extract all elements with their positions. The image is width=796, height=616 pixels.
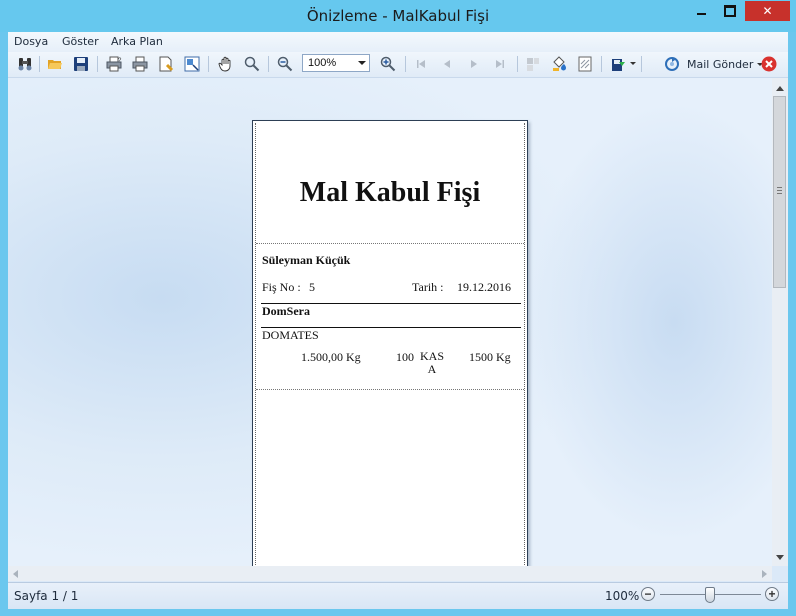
page-setup-button[interactable] — [157, 55, 175, 73]
next-page-button[interactable] — [465, 55, 483, 73]
print-icon — [132, 56, 148, 72]
document-title: Mal Kabul Fişi — [299, 177, 481, 208]
maximize-icon — [724, 5, 736, 17]
scroll-up-icon[interactable] — [776, 86, 784, 91]
scroll-right-icon[interactable] — [762, 570, 767, 578]
minimize-button[interactable] — [687, 1, 715, 21]
last-page-icon — [496, 60, 504, 68]
company-name: DomSera — [262, 304, 310, 318]
zoom-out-button[interactable] — [276, 55, 294, 73]
page-setup-icon — [159, 56, 174, 72]
plus-icon: + — [768, 587, 776, 601]
tarih-label: Tarih : — [412, 280, 444, 294]
multiple-pages-icon — [527, 58, 539, 71]
hand-tool-icon — [218, 56, 231, 72]
save-button[interactable] — [72, 55, 90, 73]
close-button[interactable]: ✕ — [745, 1, 790, 21]
status-zoom-out-button[interactable]: − — [641, 587, 655, 601]
watermark-icon — [578, 56, 592, 72]
open-icon — [48, 60, 62, 69]
net-weight: 1500 Kg — [469, 350, 511, 364]
save-icon — [74, 57, 88, 71]
close-preview-button[interactable] — [760, 55, 778, 73]
open-button[interactable] — [46, 55, 64, 73]
zoom-in-icon — [380, 56, 396, 72]
magnifier-button[interactable] — [243, 55, 261, 73]
last-page-button[interactable] — [491, 55, 509, 73]
quantity-value: 1.500,00 Kg — [301, 350, 361, 364]
first-page-button[interactable] — [412, 55, 430, 73]
close-preview-icon — [761, 56, 777, 72]
previous-page-button[interactable] — [438, 55, 456, 73]
print-button[interactable] — [131, 55, 149, 73]
status-zoom-in-button[interactable]: + — [765, 587, 779, 601]
menu-dosya[interactable]: Dosya — [14, 35, 48, 48]
close-icon: ✕ — [762, 4, 773, 18]
menu-arka-plan[interactable]: Arka Plan — [111, 35, 163, 48]
send-mail-label: Mail Gönder — [687, 57, 754, 71]
maximize-button[interactable] — [716, 1, 744, 21]
scale-button[interactable] — [183, 55, 201, 73]
fis-no-label: Fiş No : — [262, 280, 301, 294]
status-bar: Sayfa 1 / 1 100% − + — [8, 582, 788, 609]
document-page: Mal Kabul Fişi Süleyman Küçük Fiş No : 5… — [252, 120, 528, 566]
zoom-slider-thumb[interactable] — [705, 587, 715, 603]
send-mail-icon — [665, 57, 679, 71]
background-color-button[interactable] — [550, 55, 568, 73]
page-indicator: Sayfa 1 / 1 — [14, 589, 79, 603]
product-name: DOMATES — [262, 328, 319, 342]
preview-window: Önizleme - MalKabul Fişi ✕ Dosya Göster … — [0, 0, 796, 616]
hand-tool-button[interactable] — [217, 55, 235, 73]
vertical-scroll-thumb[interactable] — [773, 96, 786, 288]
find-icon — [18, 58, 32, 71]
minimize-icon — [696, 13, 706, 15]
next-page-icon — [471, 60, 477, 68]
background-color-icon — [553, 56, 566, 71]
export-button[interactable] — [609, 55, 627, 73]
tarih-value: 19.12.2016 — [457, 280, 511, 294]
zoom-in-button[interactable] — [379, 55, 397, 73]
package-count: 100 — [396, 350, 414, 364]
previous-page-icon — [444, 60, 450, 68]
print-dialog-button[interactable]: ? — [105, 55, 123, 73]
client-area: Dosya Göster Arka Plan ? 100% Mail Gönde… — [8, 32, 788, 609]
scroll-left-icon[interactable] — [13, 570, 18, 578]
multiple-pages-button[interactable] — [524, 55, 542, 73]
first-page-icon — [417, 60, 425, 68]
zoom-dropdown-value: 100% — [308, 57, 337, 69]
fis-no-value: 5 — [309, 280, 315, 294]
scale-icon — [184, 56, 200, 72]
vertical-scrollbar[interactable] — [772, 78, 788, 566]
zoom-out-icon — [277, 56, 293, 72]
watermark-button[interactable] — [576, 55, 594, 73]
magnifier-icon — [244, 56, 260, 72]
preview-canvas[interactable]: Mal Kabul Fişi Süleyman Küçük Fiş No : 5… — [8, 78, 772, 566]
title-bar[interactable]: Önizleme - MalKabul Fişi ✕ — [0, 0, 796, 32]
find-button[interactable] — [16, 55, 34, 73]
zoom-dropdown[interactable]: 100% — [302, 54, 370, 72]
menu-bar: Dosya Göster Arka Plan — [8, 32, 788, 52]
chevron-down-icon[interactable] — [630, 62, 636, 65]
scroll-down-icon[interactable] — [776, 555, 784, 560]
send-mail-button[interactable]: Mail Gönder — [663, 55, 764, 73]
menu-goster[interactable]: Göster — [62, 35, 99, 48]
person-name: Süleyman Küçük — [262, 253, 351, 267]
horizontal-scrollbar[interactable] — [8, 566, 772, 581]
chevron-down-icon — [358, 61, 366, 65]
print-dialog-icon: ? — [106, 56, 122, 72]
toolbar: ? 100% Mail Gönder — [8, 52, 788, 78]
package-unit: KASA — [419, 349, 444, 376]
zoom-percentage: 100% — [605, 589, 640, 603]
export-icon — [612, 59, 625, 71]
window-title: Önizleme - MalKabul Fişi — [306, 7, 490, 25]
minus-icon: − — [644, 587, 652, 601]
